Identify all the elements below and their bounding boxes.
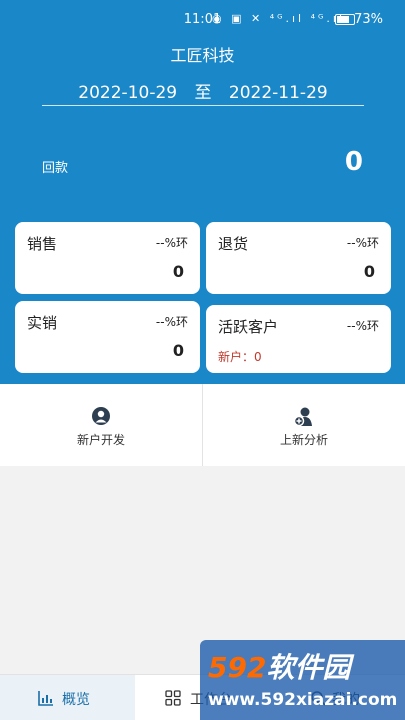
battery-icon: [335, 14, 355, 25]
status-bar: 11:01 ◉ ▣ ✕ ⁴ᴳ.ıl ⁴ᴳ.ıl 73%: [0, 0, 405, 40]
quick-action-label: 上新分析: [279, 433, 328, 447]
card-name: 活跃客户: [218, 318, 279, 336]
date-start[interactable]: 2022-10-29: [78, 83, 177, 103]
quick-actions: 新户开发 上新分析: [0, 384, 405, 466]
new-customers-count: 新户：0: [218, 350, 262, 364]
card-value: 0: [172, 262, 184, 281]
user-add-icon: [203, 406, 405, 428]
active-customers-card[interactable]: 活跃客户 --%环 新户：0: [206, 305, 391, 373]
bar-chart-icon: [38, 691, 53, 706]
watermark-brand: 592软件园: [208, 651, 351, 684]
new-customer-dev-button[interactable]: 新户开发: [0, 384, 202, 466]
battery-percent: 73%: [354, 12, 383, 27]
card-ratio: --%环: [346, 319, 379, 333]
huikuan-label: 回款: [42, 161, 69, 176]
page-title: 工匠科技: [170, 46, 235, 65]
card-ratio: --%环: [155, 236, 188, 250]
date-range-picker[interactable]: 2022-10-29 至 2022-11-29: [42, 78, 364, 106]
tab-overview[interactable]: 概览: [0, 675, 135, 720]
card-name: 销售: [27, 235, 58, 253]
returns-card[interactable]: 退货 --%环 0: [206, 222, 391, 294]
quick-action-label: 新户开发: [76, 433, 125, 447]
net-sales-card[interactable]: 实销 --%环 0: [15, 301, 200, 373]
date-separator: 至: [194, 83, 212, 103]
card-value: 0: [363, 262, 375, 281]
card-ratio: --%环: [346, 236, 379, 250]
watermark-url: www.592xiazai.com: [208, 690, 398, 710]
tab-label: 概览: [62, 692, 90, 708]
new-arrival-analysis-button[interactable]: 上新分析: [203, 384, 405, 466]
card-name: 实销: [27, 314, 58, 332]
card-ratio: --%环: [155, 315, 188, 329]
date-end[interactable]: 2022-11-29: [229, 83, 328, 103]
huikuan-value: 0: [344, 147, 363, 177]
status-icons: ◉ ▣ ✕ ⁴ᴳ.ıl ⁴ᴳ.ıl: [212, 12, 345, 25]
user-circle-icon: [0, 406, 202, 428]
grid-icon: [165, 690, 181, 706]
sales-card[interactable]: 销售 --%环 0: [15, 222, 200, 294]
card-name: 退货: [218, 235, 249, 253]
card-value: 0: [172, 341, 184, 360]
watermark-logo: 592软件园 www.592xiazai.com: [200, 640, 405, 720]
